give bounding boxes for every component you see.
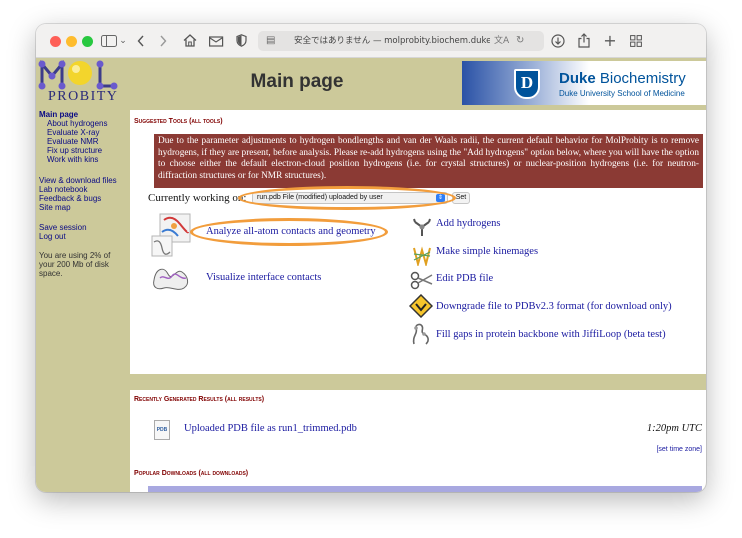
highlight-oval-file-select <box>238 186 456 210</box>
browser-toolbar: ⌄ ▤ 安全ではありません — molprobity.biochem.duke.… <box>36 24 706 58</box>
duke-name: Duke Biochemistry <box>559 70 686 87</box>
sidebar-nav: Main page About hydrogens Evaluate X-ray… <box>36 108 128 492</box>
sidebar-item-evaluate-xray[interactable]: Evaluate X-ray <box>47 128 99 137</box>
recent-results-panel: Recently Generated Results (all results)… <box>130 390 706 492</box>
page-icon: ▤ <box>266 35 276 46</box>
tool-make-kinemages[interactable]: Make simple kinemages <box>436 246 538 257</box>
result-row: PDB Uploaded PDB file as run1_trimmed.pd… <box>154 420 702 442</box>
working-on-label: Currently working on: <box>148 192 247 204</box>
back-icon[interactable] <box>134 31 148 51</box>
pdb-file-icon: PDB <box>154 420 170 440</box>
zoom-window-button[interactable] <box>82 36 93 47</box>
result-time: 1:20pm UTC <box>646 423 702 434</box>
web-page: PROBITY Main page D Duke Biochemistry Du… <box>36 58 706 492</box>
minimize-window-button[interactable] <box>66 36 77 47</box>
sidebar-item-save-session[interactable]: Save session <box>39 223 87 232</box>
popular-downloads-heading: Popular Downloads (all downloads) <box>134 470 249 477</box>
kinemage-icon[interactable] <box>412 244 432 271</box>
download-icon[interactable] <box>550 31 566 51</box>
all-downloads-link[interactable]: (all downloads) <box>198 470 248 477</box>
tool-add-hydrogens[interactable]: Add hydrogens <box>436 218 500 229</box>
sidebar-item-evaluate-nmr[interactable]: Evaluate NMR <box>47 137 99 146</box>
sidebar-item-view-download[interactable]: View & download files <box>39 176 117 185</box>
sidebar-item-site-map[interactable]: Site map <box>39 203 71 212</box>
new-tab-icon[interactable]: + <box>602 31 618 51</box>
duke-banner[interactable]: D Duke Biochemistry Duke University Scho… <box>462 61 706 105</box>
tool-fill-gaps[interactable]: Fill gaps in protein backbone with Jiffi… <box>436 329 666 340</box>
main-content: Suggested Tools (all tools) Due to the p… <box>128 108 706 492</box>
edit-scissors-icon[interactable] <box>410 270 434 295</box>
disk-usage-note: You are using 2% of your 200 Mb of disk … <box>39 251 111 279</box>
sidebar-item-lab-notebook[interactable]: Lab notebook <box>39 185 88 194</box>
mail-icon[interactable] <box>208 31 224 51</box>
sidebar-item-fix-up-structure[interactable]: Fix up structure <box>47 146 102 155</box>
downgrade-sign-icon[interactable] <box>408 293 434 323</box>
page-header: PROBITY Main page D Duke Biochemistry Du… <box>36 58 706 108</box>
sidebar-icon[interactable] <box>100 31 118 51</box>
shield-icon[interactable] <box>234 31 248 51</box>
close-window-button[interactable] <box>50 36 61 47</box>
sidebar-item-feedback-bugs[interactable]: Feedback & bugs <box>39 194 101 203</box>
molprobity-logo[interactable]: PROBITY <box>38 58 122 108</box>
all-results-link[interactable]: (all results) <box>225 396 264 403</box>
add-hydrogens-icon[interactable] <box>412 218 432 243</box>
chevron-down-icon[interactable]: ⌄ <box>118 31 128 51</box>
all-tools-link[interactable]: (all tools) <box>189 118 222 125</box>
sidebar-item-about-hydrogens[interactable]: About hydrogens <box>47 119 108 128</box>
suggested-tools-heading: Suggested Tools (all tools) <box>134 118 223 125</box>
fill-gaps-icon[interactable] <box>410 322 432 351</box>
duke-shield-icon: D <box>514 69 540 99</box>
address-url: 安全ではありません — molprobity.biochem.duke.edu/… <box>294 36 490 46</box>
translate-icon[interactable]: 文A <box>494 31 509 51</box>
sidebar-item-main-page[interactable]: Main page <box>39 110 78 119</box>
tool-visualize-interface[interactable]: Visualize interface contacts <box>206 272 321 283</box>
reload-icon[interactable]: ↻ <box>516 31 524 51</box>
address-bar[interactable]: ▤ 安全ではありません — molprobity.biochem.duke.ed… <box>258 31 544 51</box>
result-uploaded-pdb[interactable]: Uploaded PDB file as run1_trimmed.pdb <box>184 423 357 434</box>
hydrogen-warning: Due to the parameter adjustments to hydr… <box>154 134 703 188</box>
page-title: Main page <box>250 71 344 92</box>
sidebar-item-log-out[interactable]: Log out <box>39 232 66 241</box>
forward-icon[interactable] <box>156 31 170 51</box>
contacts-geometry-icon[interactable] <box>150 212 196 263</box>
set-time-zone-link[interactable]: [set time zone] <box>656 446 702 453</box>
downloads-table-header <box>148 486 702 492</box>
suggested-tools-panel: Suggested Tools (all tools) Due to the p… <box>130 110 706 374</box>
tab-overview-icon[interactable] <box>628 31 644 51</box>
logo-wordmark: PROBITY <box>48 89 119 104</box>
home-icon[interactable] <box>182 31 198 51</box>
tool-edit-pdb[interactable]: Edit PDB file <box>436 273 493 284</box>
highlight-oval-analyze <box>190 218 388 246</box>
duke-subtitle: Duke University School of Medicine <box>559 89 685 98</box>
sidebar-item-work-with-kins[interactable]: Work with kins <box>47 155 98 164</box>
interface-contacts-icon[interactable] <box>150 262 196 297</box>
recent-results-heading: Recently Generated Results (all results) <box>134 396 265 403</box>
browser-window: ⌄ ▤ 安全ではありません — molprobity.biochem.duke.… <box>36 24 706 492</box>
tool-downgrade-pdb[interactable]: Downgrade file to PDBv2.3 format (for do… <box>436 301 672 312</box>
share-icon[interactable] <box>576 31 592 51</box>
